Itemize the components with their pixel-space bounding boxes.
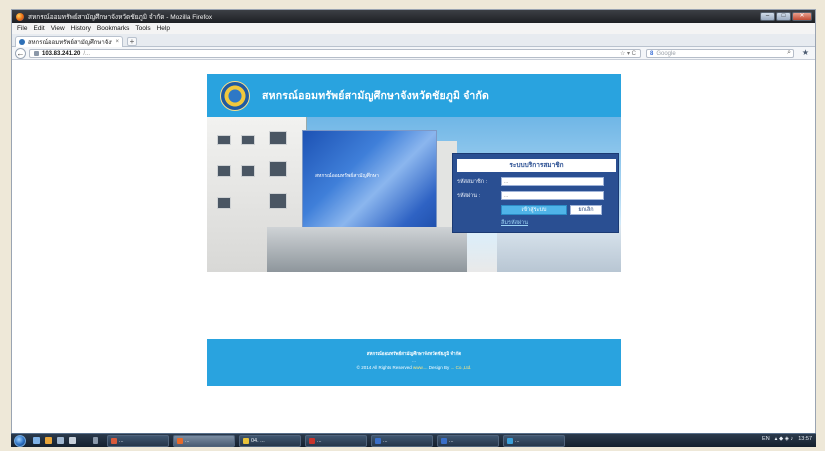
- login-button[interactable]: เข้าสู่ระบบ: [501, 205, 567, 215]
- taskbar-item-5[interactable]: ...: [371, 435, 433, 447]
- member-login-panel: ระบบบริการสมาชิก รหัสสมาชิก : รหัสผ่าน :…: [452, 153, 619, 233]
- taskbar-app-icon: [177, 438, 183, 444]
- navigation-toolbar: ← 103.83.241.20 /... ☆ ▾ C 8 Google ⌕ ★: [12, 47, 815, 60]
- quicklaunch-app-icon[interactable]: [69, 437, 76, 444]
- building-sign: สหกรณ์ออมทรัพย์สามัญศึกษา: [315, 173, 379, 179]
- footer-address: ...: [412, 358, 416, 363]
- address-bar[interactable]: 103.83.241.20 /... ☆ ▾ C: [29, 49, 641, 58]
- start-button[interactable]: [14, 435, 26, 447]
- taskbar-item-7[interactable]: ...: [503, 435, 565, 447]
- taskbar-app-icon: [375, 438, 381, 444]
- tray-icons[interactable]: ▴ ◆ ◈ ♪: [775, 436, 794, 442]
- quicklaunch-overflow-icon[interactable]: [93, 437, 98, 444]
- taskbar-app-icon: [441, 438, 447, 444]
- url-actions[interactable]: ☆ ▾ C: [620, 50, 636, 57]
- new-tab-button[interactable]: +: [127, 37, 137, 46]
- quicklaunch-firefox-icon[interactable]: [45, 437, 52, 444]
- footer-copyright-line: © 2014 All Rights Reserved www.... Desig…: [207, 364, 621, 371]
- tab-close-icon[interactable]: ×: [115, 39, 119, 45]
- window-controls: – □ ✕: [760, 12, 812, 21]
- search-placeholder: Google: [656, 50, 676, 57]
- tab-label: สหกรณ์ออมทรัพย์สามัญศึกษาจังห...: [28, 40, 113, 46]
- taskbar-item-1[interactable]: ...: [107, 435, 169, 447]
- glass-facade: [302, 130, 437, 242]
- taskbar-item-2[interactable]: ...: [173, 435, 235, 447]
- taskbar-item-4[interactable]: ...: [305, 435, 367, 447]
- menu-edit[interactable]: Edit: [33, 25, 44, 32]
- menu-help[interactable]: Help: [157, 25, 170, 32]
- menu-view[interactable]: View: [51, 25, 65, 32]
- search-bar[interactable]: 8 Google ⌕: [646, 49, 794, 58]
- taskbar-app-icon: [111, 438, 117, 444]
- firefox-icon: [16, 12, 24, 21]
- close-button[interactable]: ✕: [792, 12, 812, 21]
- taskbar-app-icon: [507, 438, 513, 444]
- clock[interactable]: 13:57: [798, 436, 812, 442]
- quicklaunch-desktop-icon[interactable]: [33, 437, 40, 444]
- url-host: 103.83.241.20: [42, 50, 81, 57]
- footer-designer-link[interactable]: ... Co.,Ltd.: [451, 365, 472, 370]
- menu-tools[interactable]: Tools: [135, 25, 150, 32]
- search-engine-icon[interactable]: 8: [650, 51, 653, 57]
- banner-image: สหกรณ์ออมทรัพย์สามัญศึกษา ระบบบริการสมาช…: [207, 117, 621, 272]
- taskbar-app-icon: [243, 438, 249, 444]
- login-heading: ระบบบริการสมาชิก: [457, 159, 616, 172]
- language-indicator[interactable]: EN: [762, 436, 770, 442]
- menu-history[interactable]: History: [71, 25, 91, 32]
- system-tray: EN ▴ ◆ ◈ ♪ 13:57: [762, 436, 812, 442]
- coop-logo: [220, 80, 250, 111]
- taskbar-item-3[interactable]: 04. ...: [239, 435, 301, 447]
- menu-file[interactable]: File: [17, 25, 27, 32]
- password-row: รหัสผ่าน :: [457, 191, 616, 201]
- site-favicon-icon: [19, 39, 25, 45]
- window-title: สหกรณ์ออมทรัพย์สามัญศึกษาจังหวัดชัยภูมิ …: [28, 13, 213, 21]
- title-bar[interactable]: สหกรณ์ออมทรัพย์สามัญศึกษาจังหวัดชัยภูมิ …: [12, 10, 815, 23]
- tab-strip: สหกรณ์ออมทรัพย์สามัญศึกษาจังห... × +: [12, 34, 815, 47]
- member-id-label: รหัสสมาชิก :: [457, 179, 488, 185]
- site-title: สหกรณ์ออมทรัพย์สามัญศึกษาจังหวัดชัยภูมิ …: [262, 90, 490, 102]
- quicklaunch-explorer-icon[interactable]: [57, 437, 64, 444]
- footer-copyright: © 2014 All Rights Reserved: [356, 365, 412, 370]
- tab-active[interactable]: สหกรณ์ออมทรัพย์สามัญศึกษาจังห... ×: [15, 36, 123, 47]
- site-footer: สหกรณ์ออมทรัพย์สามัญศึกษาจังหวัดชัยภูมิ …: [207, 339, 621, 386]
- taskbar-item-6[interactable]: ...: [437, 435, 499, 447]
- cancel-button[interactable]: ยกเลิก: [570, 205, 602, 215]
- password-label: รหัสผ่าน :: [457, 193, 481, 199]
- footer-design-label: Design By: [428, 365, 450, 370]
- forgot-password-link[interactable]: ลืมรหัสผ่าน: [501, 219, 528, 227]
- site-identity-icon[interactable]: [34, 51, 39, 56]
- bookmark-star-icon[interactable]: ★: [802, 48, 809, 57]
- back-button[interactable]: ←: [15, 48, 26, 59]
- windows-taskbar: ... ... 04. ... ... ... ... ... EN ▴ ◆ ◈…: [11, 433, 816, 447]
- url-path: /...: [83, 50, 91, 57]
- taskbar-app-icon: [309, 438, 315, 444]
- menu-bar: File Edit View History Bookmarks Tools H…: [12, 23, 815, 34]
- maximize-button[interactable]: □: [776, 12, 791, 21]
- menu-bookmarks[interactable]: Bookmarks: [97, 25, 130, 32]
- member-id-row: รหัสสมาชิก :: [457, 177, 616, 187]
- password-input[interactable]: [501, 191, 604, 200]
- building-base: [267, 227, 467, 272]
- search-icon[interactable]: ⌕: [787, 49, 791, 57]
- coop-site: สหกรณ์ออมทรัพย์สามัญศึกษาจังหวัดชัยภูมิ …: [207, 74, 621, 386]
- member-id-input[interactable]: [501, 177, 604, 186]
- footer-org-name: สหกรณ์ออมทรัพย์สามัญศึกษาจังหวัดชัยภูมิ …: [366, 351, 462, 356]
- site-header: สหกรณ์ออมทรัพย์สามัญศึกษาจังหวัดชัยภูมิ …: [207, 74, 621, 117]
- minimize-button[interactable]: –: [760, 12, 775, 21]
- footer-site-link[interactable]: www....: [413, 365, 428, 370]
- browser-window: สหกรณ์ออมทรัพย์สามัญศึกษาจังหวัดชัยภูมิ …: [11, 9, 816, 433]
